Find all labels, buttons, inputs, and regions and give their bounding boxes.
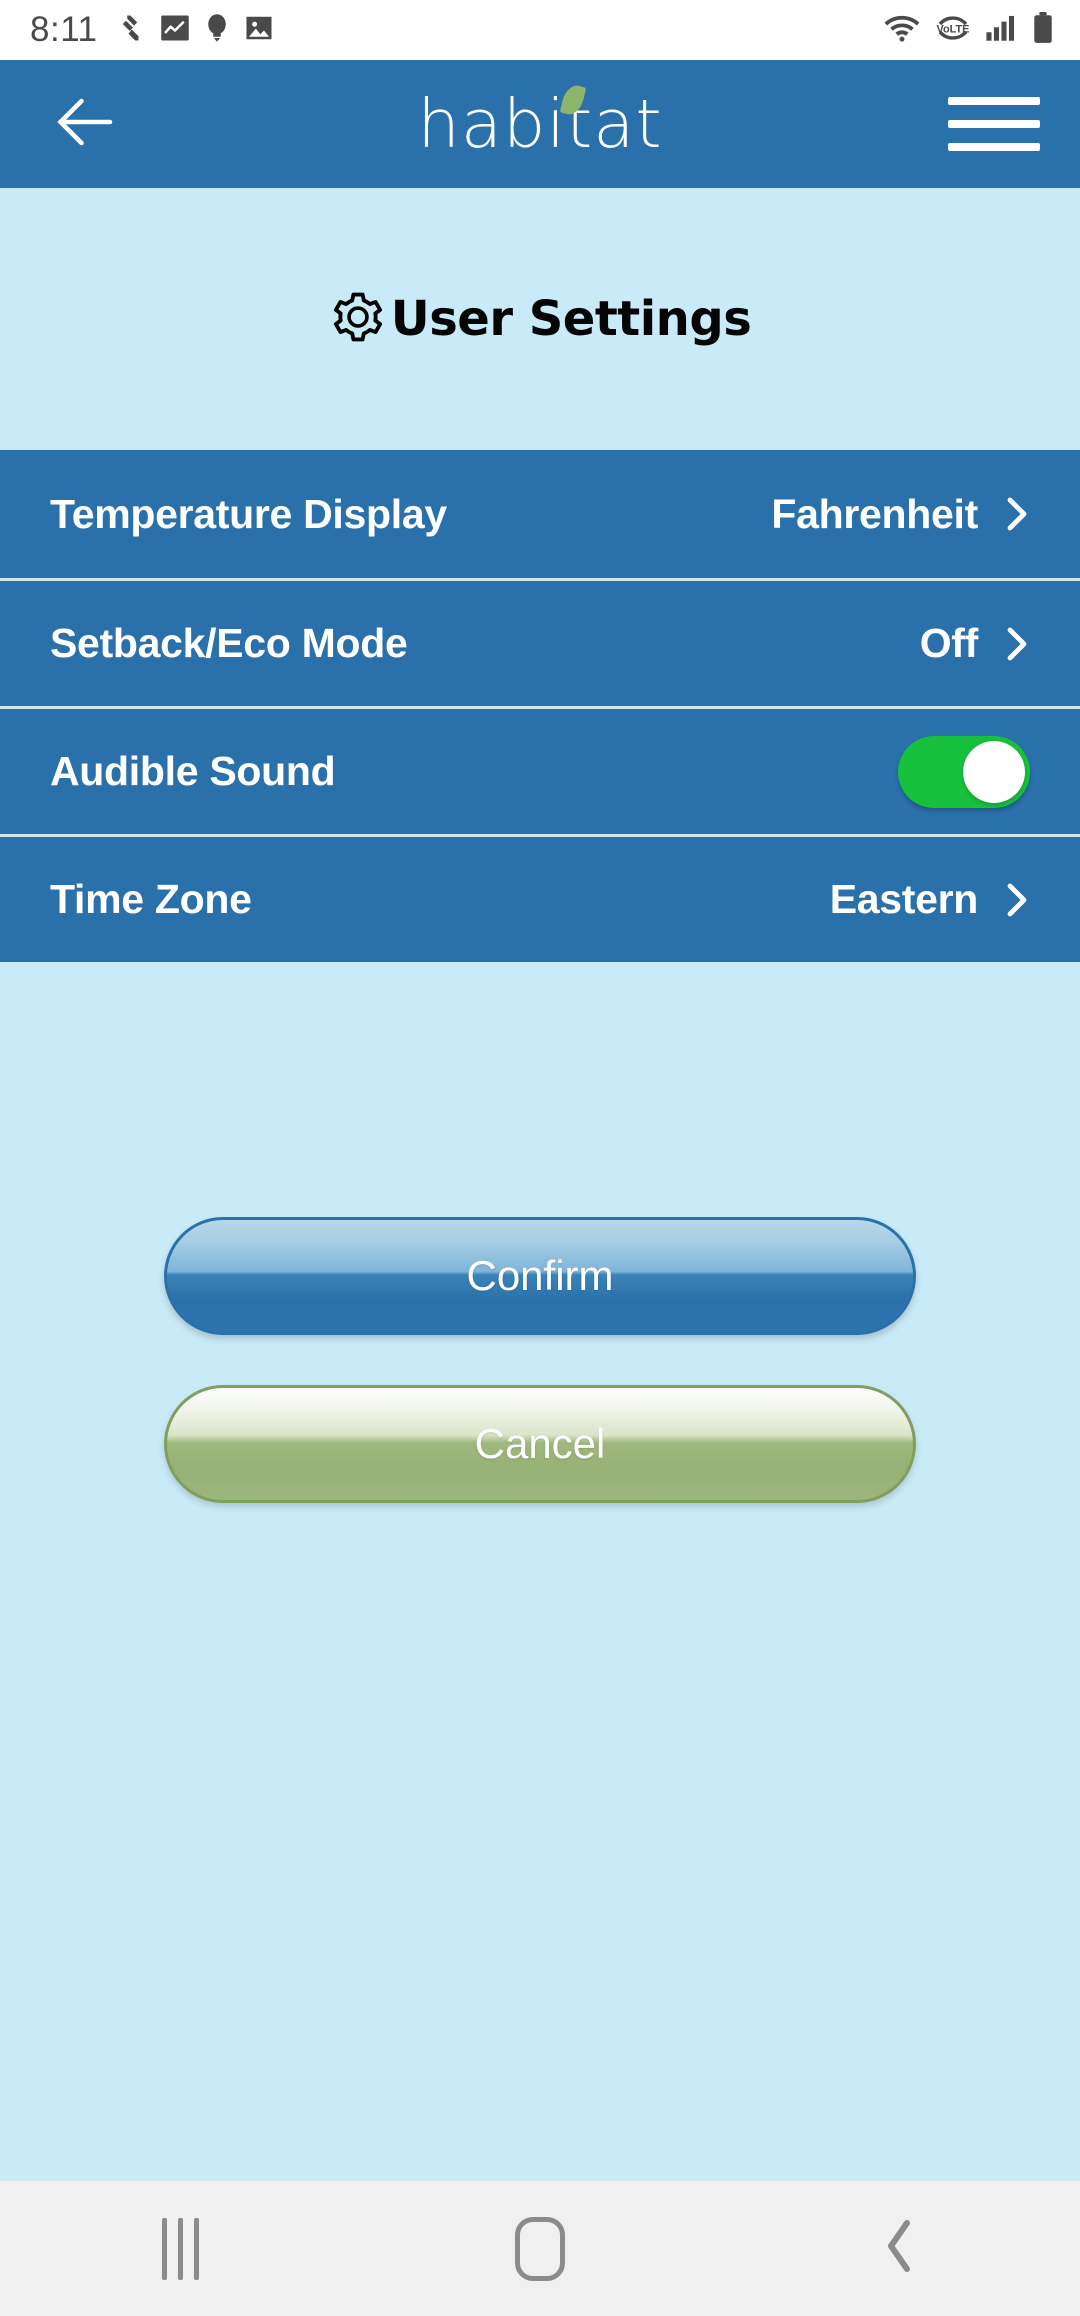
chart-app-icon [160, 13, 190, 48]
hamburger-menu-icon [948, 97, 1040, 105]
setting-row-temperature-display[interactable]: Temperature Display Fahrenheit [0, 450, 1080, 578]
recents-button[interactable] [90, 2181, 270, 2316]
volte-label: VoLTE [937, 23, 970, 35]
nav-back-icon [883, 2217, 917, 2280]
confirm-button-label: Confirm [466, 1252, 614, 1299]
wifi-icon [883, 13, 921, 48]
confirm-button[interactable]: Confirm [164, 1217, 916, 1335]
setting-label: Audible Sound [50, 748, 336, 794]
chevron-right-icon [1004, 880, 1030, 920]
cellular-signal-icon [985, 13, 1019, 48]
setting-label: Time Zone [50, 876, 252, 922]
page-title: User Settings [390, 291, 752, 347]
setting-label: Setback/Eco Mode [50, 620, 408, 666]
status-bar: 8:11 VoLTE [0, 0, 1080, 60]
cancel-button-label: Cancel [474, 1420, 606, 1467]
status-bar-system-icons: VoLTE [883, 11, 1054, 49]
content-area: Confirm Cancel [0, 962, 1080, 2180]
nav-back-button[interactable] [810, 2181, 990, 2316]
cancel-button[interactable]: Cancel [164, 1385, 916, 1503]
back-button[interactable] [40, 78, 132, 170]
setting-value: Fahrenheit [771, 490, 978, 537]
brand-name: habitat [417, 84, 663, 163]
status-bar-notification-icons [116, 13, 274, 48]
setting-value: Eastern [829, 876, 979, 922]
setting-row-audible-sound[interactable]: Audible Sound [0, 706, 1080, 834]
hamburger-menu-icon-bar3 [948, 143, 1040, 151]
hamburger-menu-button[interactable] [948, 86, 1040, 162]
settings-list: Temperature Display Fahrenheit Setback/E… [0, 450, 1080, 962]
volte-icon: VoLTE [934, 12, 972, 49]
android-navigation-bar [0, 2180, 1080, 2316]
recents-icon [161, 2217, 199, 2280]
audible-sound-toggle[interactable] [898, 735, 1030, 808]
home-icon [515, 2216, 565, 2281]
app-header: habitat [0, 60, 1080, 188]
leaf-icon [560, 82, 587, 117]
action-buttons: Confirm Cancel [0, 1217, 1080, 1503]
page-title-section: User Settings [0, 188, 1080, 450]
image-icon [244, 13, 274, 48]
jira-icon [116, 13, 146, 48]
battery-icon [1032, 11, 1054, 49]
lightbulb-icon [204, 13, 230, 48]
setting-label: Temperature Display [50, 490, 447, 537]
gear-icon [329, 288, 387, 351]
brand-logo: habitat [0, 82, 1080, 158]
app-screen: 8:11 VoLTE habitat User Settings Tempera… [0, 0, 1080, 2316]
home-button[interactable] [450, 2181, 630, 2316]
status-bar-clock: 8:11 [30, 10, 98, 49]
setting-row-setback-eco-mode[interactable]: Setback/Eco Mode Off [0, 578, 1080, 706]
setting-row-time-zone[interactable]: Time Zone Eastern [0, 834, 1080, 962]
chevron-right-icon [1004, 624, 1030, 664]
toggle-knob [963, 740, 1025, 803]
chevron-right-icon [1004, 494, 1030, 534]
back-arrow-icon [53, 92, 119, 157]
setting-value: Off [919, 620, 979, 666]
hamburger-menu-icon-bar2 [948, 120, 1040, 128]
